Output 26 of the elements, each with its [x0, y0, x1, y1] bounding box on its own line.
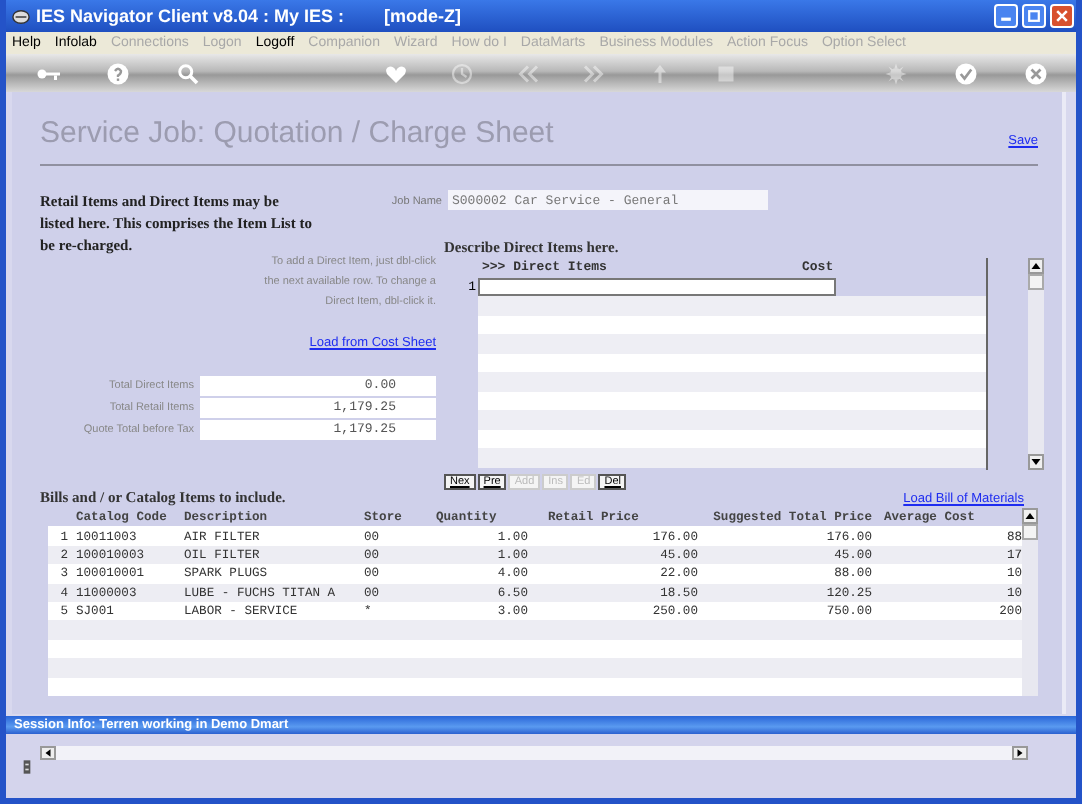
window-title: IES Navigator Client v8.04 : My IES :: [36, 6, 345, 26]
scroll-left-icon[interactable]: [40, 746, 56, 760]
app-icon: [12, 7, 30, 25]
close-icon: [1054, 8, 1070, 24]
maximize-button[interactable]: [1022, 4, 1046, 28]
scrollbar[interactable]: [40, 746, 1028, 760]
direct-item-field[interactable]: [478, 277, 836, 296]
mode-label: [mode-Z]: [384, 6, 462, 26]
scroll-up-icon[interactable]: [1028, 258, 1044, 274]
scroll-down-icon[interactable]: [1028, 454, 1044, 470]
scroll-right-icon[interactable]: [1012, 746, 1028, 760]
scrollbar[interactable]: [1022, 508, 1038, 696]
minimize-button[interactable]: [994, 4, 1018, 28]
scroll-thumb[interactable]: [1022, 524, 1038, 540]
tool-icon[interactable]: [22, 758, 32, 776]
scrollbar[interactable]: [1028, 258, 1044, 470]
search-icon[interactable]: [176, 61, 200, 85]
check-icon[interactable]: [954, 61, 978, 85]
close-button[interactable]: [1050, 4, 1074, 28]
help-icon[interactable]: [106, 61, 130, 85]
scroll-up-icon[interactable]: [1022, 508, 1038, 524]
close-icon[interactable]: [1024, 61, 1048, 85]
scroll-thumb[interactable]: [1028, 274, 1044, 290]
maximize-icon: [1026, 8, 1042, 24]
heart-icon[interactable]: [384, 61, 408, 85]
page-title: Service Job: Quotation / Charge Sheet: [40, 116, 554, 152]
